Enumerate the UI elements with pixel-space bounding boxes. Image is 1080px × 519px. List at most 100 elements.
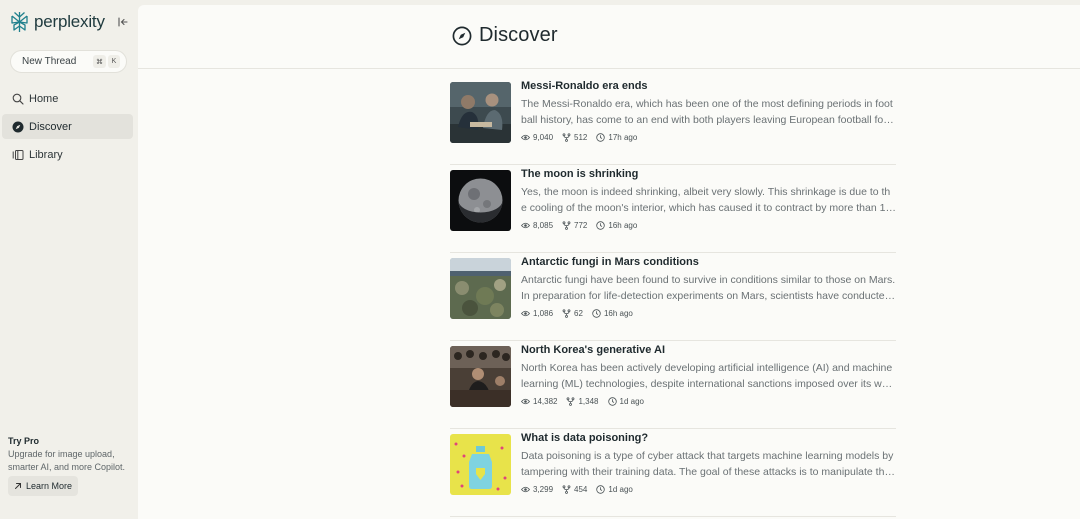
feed-card[interactable]: Messi-Ronaldo era ends The Messi-Ronaldo…	[450, 77, 896, 165]
promo-title: Try Pro	[8, 436, 40, 446]
timestamp: 1d ago	[596, 485, 633, 494]
view-count: 3,299	[521, 485, 553, 494]
collapse-sidebar-icon[interactable]	[116, 15, 130, 29]
card-description: Data poisoning is a type of cyber attack…	[521, 450, 894, 478]
views-text: 9,040	[533, 133, 554, 142]
new-thread-button[interactable]: New Thread ⌘ K	[10, 50, 127, 73]
card-title: North Korea's generative AI	[521, 344, 666, 356]
feed-card[interactable]: North Korea's generative AI North Korea …	[450, 341, 896, 429]
try-pro-promo: Try Pro Upgrade for image upload, smarte…	[8, 436, 133, 496]
sidebar-item-label: Library	[29, 148, 63, 161]
card-description: Yes, the moon is indeed shrinking, albei…	[521, 186, 892, 214]
new-thread-label: New Thread	[22, 56, 77, 67]
card-meta: 1,086 62 16h ago	[521, 309, 642, 318]
timestamp: 16h ago	[596, 221, 637, 230]
fork-count: 62	[562, 309, 583, 318]
timestamp: 17h ago	[596, 133, 637, 142]
views-text: 8,085	[533, 221, 554, 230]
feed-card[interactable]: The moon is shrinking Yes, the moon is i…	[450, 165, 896, 253]
card-thumbnail	[450, 258, 511, 319]
logo[interactable]: perplexity	[10, 11, 105, 33]
eye-icon	[521, 222, 530, 229]
library-icon	[12, 149, 24, 160]
promo-description: Upgrade for image upload, smarter AI, an…	[8, 449, 126, 472]
fork-icon	[562, 221, 571, 230]
sidebar-item-library[interactable]: Library	[2, 142, 133, 167]
fork-count: 772	[562, 221, 587, 230]
card-title: The moon is shrinking	[521, 168, 639, 180]
views-text: 3,299	[533, 485, 554, 494]
time-text: 1d ago	[619, 397, 644, 406]
page-title: Discover	[479, 24, 558, 46]
perplexity-logo-icon	[11, 12, 28, 32]
eye-icon	[521, 134, 530, 141]
feed-card[interactable]: What is data poisoning? Data poisoning i…	[450, 429, 896, 517]
card-description: Antarctic fungi have been found to survi…	[521, 274, 896, 302]
card-thumbnail	[450, 434, 511, 495]
clock-icon	[596, 485, 606, 494]
views-text: 14,382	[533, 397, 558, 406]
keyboard-shortcut: ⌘ K	[93, 55, 120, 68]
fork-count: 1,348	[566, 397, 599, 406]
card-description: The Messi-Ronaldo era, which has been on…	[521, 98, 896, 126]
fork-count: 512	[562, 133, 587, 142]
card-title: Antarctic fungi in Mars conditions	[521, 256, 699, 268]
forks-text: 772	[574, 221, 588, 230]
time-text: 17h ago	[608, 133, 638, 142]
k-key: K	[108, 55, 120, 68]
learn-more-button[interactable]: Learn More	[8, 476, 79, 496]
clock-icon	[607, 397, 617, 406]
fork-icon	[562, 133, 571, 142]
card-thumbnail	[450, 170, 511, 231]
eye-icon	[521, 310, 530, 317]
sidebar-item-home[interactable]: Home	[2, 86, 133, 111]
card-thumbnail	[450, 82, 511, 143]
forks-text: 454	[574, 485, 588, 494]
view-count: 9,040	[521, 133, 553, 142]
learn-more-label: Learn More	[26, 481, 73, 491]
sidebar: perplexity New Thread ⌘ K Home Discover	[0, 0, 138, 519]
time-text: 16h ago	[608, 221, 638, 230]
card-description: North Korea has been actively developing…	[521, 362, 894, 390]
timestamp: 1d ago	[607, 397, 644, 406]
fork-icon	[562, 485, 571, 494]
card-meta: 3,299 454 1d ago	[521, 485, 642, 494]
clock-icon	[592, 309, 601, 318]
discover-feed: Messi-Ronaldo era ends The Messi-Ronaldo…	[450, 77, 896, 517]
forks-text: 1,348	[578, 397, 599, 406]
card-title: Messi-Ronaldo era ends	[521, 80, 648, 92]
view-count: 14,382	[521, 397, 557, 406]
clock-icon	[596, 221, 606, 230]
compass-icon	[452, 26, 472, 46]
card-meta: 9,040 512 17h ago	[521, 133, 646, 142]
card-title: What is data poisoning?	[521, 432, 649, 444]
main-panel: Discover Messi-Ronaldo era ends The Mess…	[138, 5, 1080, 519]
card-thumbnail	[450, 346, 511, 407]
view-count: 1,086	[521, 309, 553, 318]
sidebar-item-label: Discover	[29, 120, 72, 133]
time-text: 1d ago	[608, 485, 633, 494]
eye-icon	[521, 398, 530, 405]
logo-text: perplexity	[34, 12, 105, 31]
fork-icon	[567, 397, 575, 406]
command-key: ⌘	[93, 55, 106, 68]
page-header: Discover	[138, 5, 1080, 69]
search-icon	[12, 93, 24, 105]
forks-text: 62	[574, 309, 583, 318]
arrow-up-right-icon	[15, 483, 21, 489]
card-meta: 8,085 772 16h ago	[521, 221, 646, 230]
timestamp: 16h ago	[592, 309, 633, 318]
time-text: 16h ago	[603, 309, 633, 318]
card-meta: 14,382 1,348 1d ago	[521, 397, 653, 406]
forks-text: 512	[574, 133, 588, 142]
eye-icon	[521, 486, 530, 493]
compass-icon	[12, 121, 24, 132]
clock-icon	[596, 133, 606, 142]
sidebar-item-label: Home	[29, 92, 59, 105]
views-text: 1,086	[533, 309, 554, 318]
feed-card[interactable]: Antarctic fungi in Mars conditions Antar…	[450, 253, 896, 341]
fork-count: 454	[562, 485, 587, 494]
fork-icon	[562, 309, 571, 318]
sidebar-item-discover[interactable]: Discover	[2, 114, 133, 139]
view-count: 8,085	[521, 221, 553, 230]
